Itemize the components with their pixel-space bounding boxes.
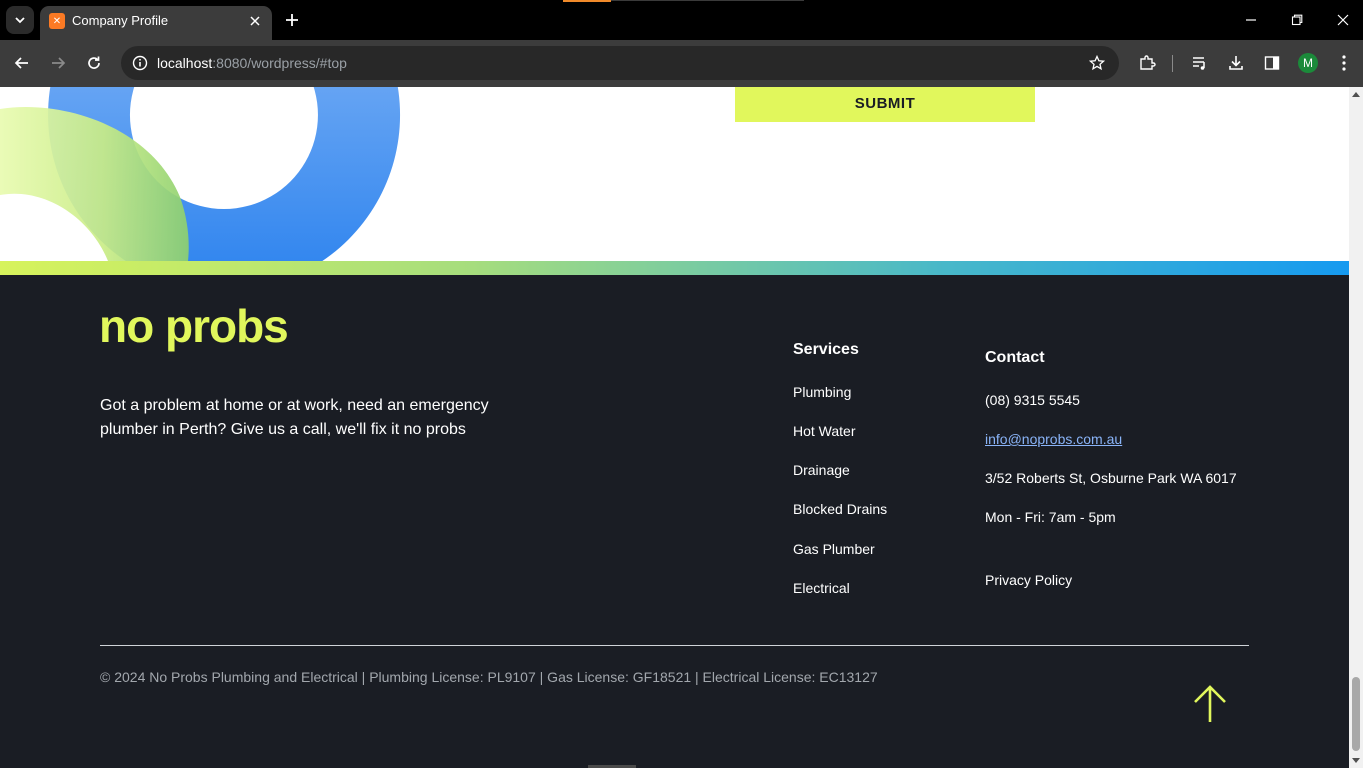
more-vert-icon <box>1342 55 1346 71</box>
plus-icon <box>286 14 298 26</box>
url-path: :8080/wordpress/#top <box>212 55 347 71</box>
star-icon <box>1089 55 1105 71</box>
chrome-menu-button[interactable] <box>1333 52 1355 74</box>
services-link-gas-plumber[interactable]: Gas Plumber <box>793 541 875 557</box>
services-link-plumbing[interactable]: Plumbing <box>793 384 851 400</box>
site-footer: no probs Got a problem at home or at wor… <box>0 275 1349 768</box>
extensions-button[interactable] <box>1136 52 1158 74</box>
footer-tagline: Got a problem at home or at work, need a… <box>100 397 489 438</box>
reload-icon <box>88 56 100 69</box>
scroll-up-arrow-icon[interactable] <box>1352 91 1360 97</box>
side-panel-button[interactable] <box>1261 52 1283 74</box>
page-viewport: SUBMIT no probs Got a problem at home or… <box>0 87 1349 768</box>
contact-phone[interactable]: (08) 9315 5545 <box>985 392 1080 408</box>
info-icon <box>132 55 148 71</box>
arrow-right-icon <box>52 57 66 69</box>
contact-form-section: SUBMIT <box>0 87 1349 261</box>
contact-heading: Contact <box>985 349 1045 366</box>
minimize-button[interactable] <box>1241 10 1261 30</box>
loading-indicator <box>563 0 611 2</box>
scroll-down-arrow-icon[interactable] <box>1352 758 1360 764</box>
address-bar[interactable]: localhost:8080/wordpress/#top <box>121 46 1119 80</box>
services-link-electrical[interactable]: Electrical <box>793 580 850 596</box>
services-link-blocked-drains[interactable]: Blocked Drains <box>793 501 887 517</box>
services-heading: Services <box>793 341 859 358</box>
url-text: localhost:8080/wordpress/#top <box>157 55 347 71</box>
new-tab-button[interactable] <box>282 10 302 30</box>
puzzle-icon <box>1140 55 1156 70</box>
back-button[interactable] <box>11 52 33 74</box>
footer-divider <box>100 645 1249 646</box>
downloads-button[interactable] <box>1225 52 1247 74</box>
loading-track <box>611 0 804 1</box>
copyright-text: © 2024 No Probs Plumbing and Electrical … <box>100 669 878 685</box>
privacy-policy-link[interactable]: Privacy Policy <box>985 572 1072 588</box>
forward-button[interactable] <box>47 52 69 74</box>
services-link-drainage[interactable]: Drainage <box>793 462 850 478</box>
contact-email-link[interactable]: info@noprobs.com.au <box>985 431 1122 447</box>
download-icon <box>1229 56 1243 70</box>
media-controls-button[interactable] <box>1189 52 1211 74</box>
site-info-button[interactable] <box>129 52 151 74</box>
services-link-hot-water[interactable]: Hot Water <box>793 423 856 439</box>
minimize-icon <box>1246 19 1256 21</box>
gradient-divider <box>0 261 1349 275</box>
contact-address: 3/52 Roberts St, Osburne Park WA 6017 <box>985 470 1237 486</box>
bookmark-button[interactable] <box>1087 53 1107 73</box>
contact-hours: Mon - Fri: 7am - 5pm <box>985 509 1116 525</box>
chevron-down-icon <box>15 17 25 24</box>
active-tab[interactable]: ✕ Company Profile <box>40 6 272 40</box>
tab-title: Company Profile <box>72 13 169 28</box>
browser-toolbar: localhost:8080/wordpress/#top M <box>0 40 1363 87</box>
xampp-favicon-icon: ✕ <box>49 13 65 29</box>
close-window-button[interactable] <box>1333 10 1353 30</box>
restore-icon <box>1291 14 1303 26</box>
close-icon <box>250 16 260 26</box>
side-panel-icon <box>1264 56 1280 70</box>
tab-search-button[interactable] <box>6 6 34 34</box>
toolbar-separator <box>1172 55 1173 72</box>
submit-button[interactable]: SUBMIT <box>735 87 1035 122</box>
close-icon <box>1337 14 1349 26</box>
arrow-up-icon <box>1194 685 1226 722</box>
tab-close-button[interactable] <box>246 12 264 30</box>
playlist-icon <box>1193 57 1205 70</box>
tab-strip: ✕ Company Profile <box>0 0 1363 40</box>
scrollbar-thumb[interactable] <box>1352 677 1360 751</box>
footer-logo[interactable]: no probs <box>99 303 289 349</box>
reload-button[interactable] <box>83 52 105 74</box>
back-to-top-button[interactable] <box>1190 683 1230 725</box>
profile-avatar[interactable]: M <box>1298 53 1318 73</box>
decorative-shapes <box>0 87 401 261</box>
page-scrollbar[interactable] <box>1349 87 1363 768</box>
arrow-left-icon <box>14 57 28 69</box>
url-host: localhost <box>157 55 213 71</box>
restore-button[interactable] <box>1287 10 1307 30</box>
